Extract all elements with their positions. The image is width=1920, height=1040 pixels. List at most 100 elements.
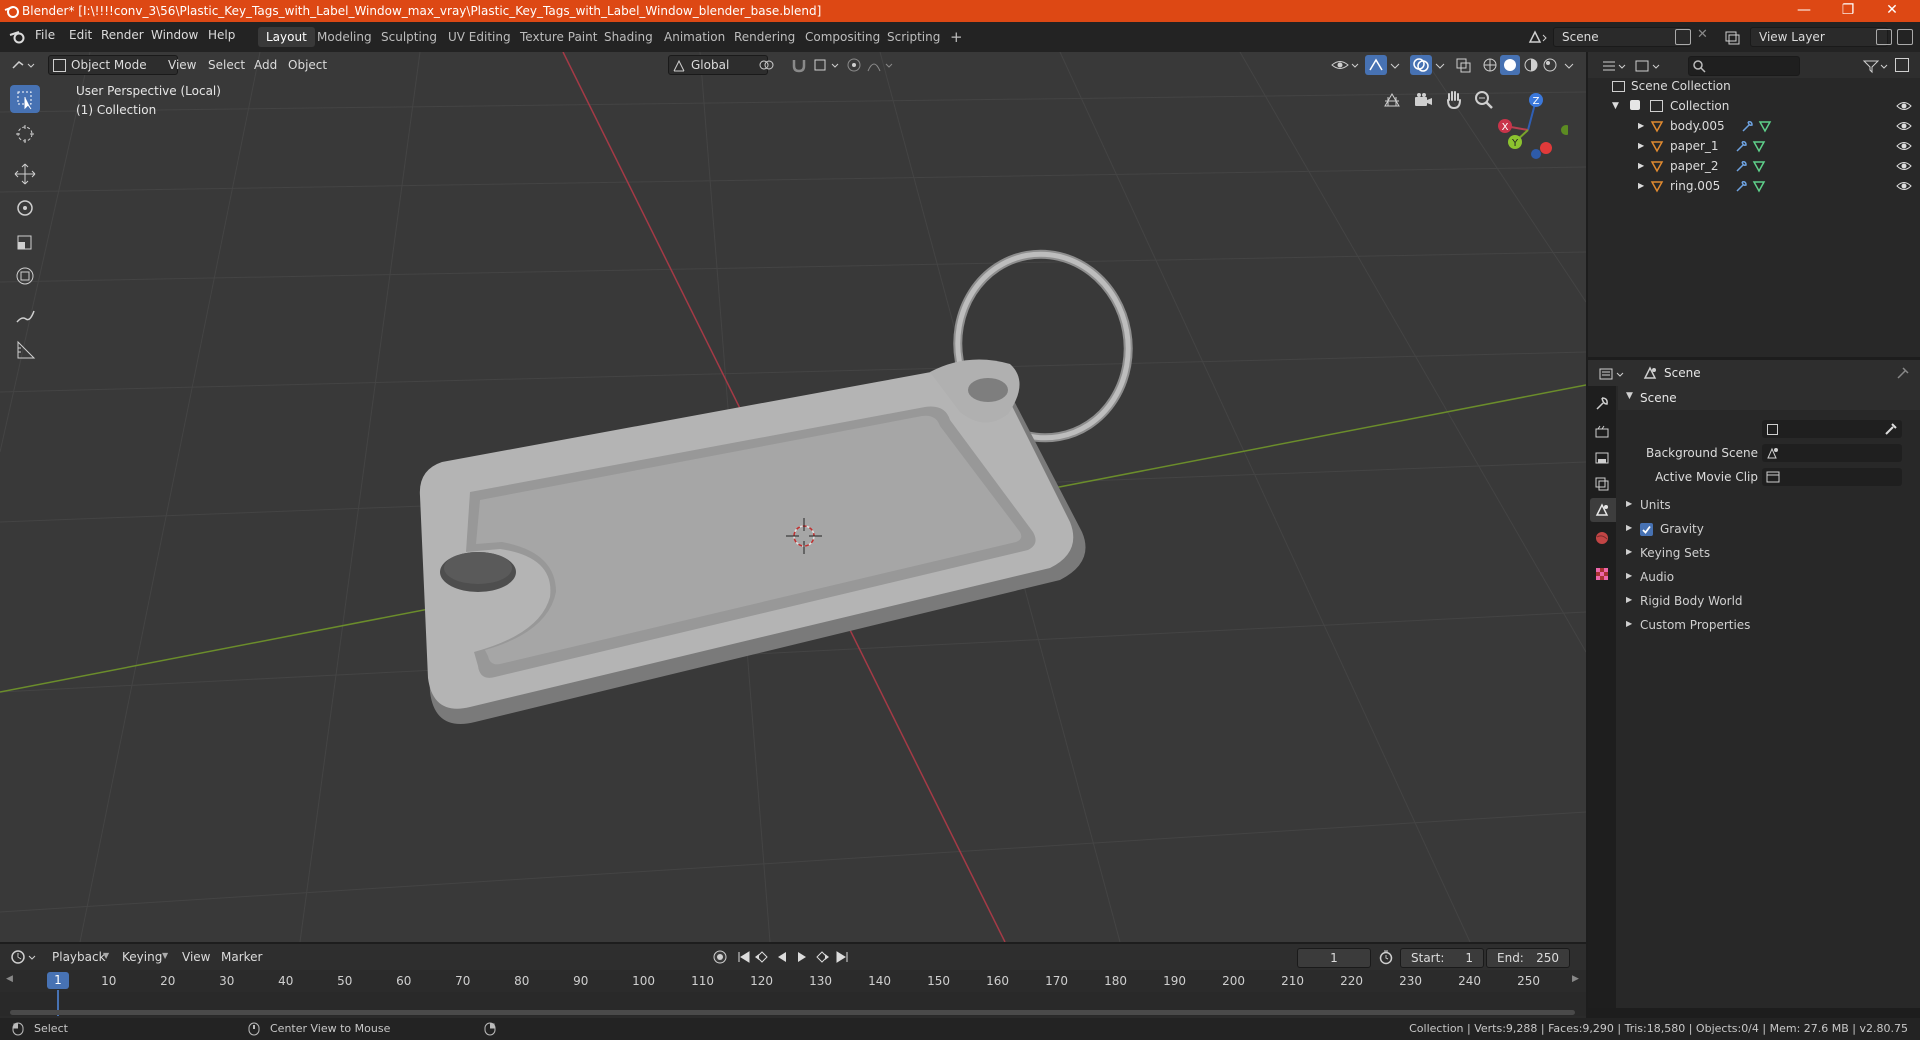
menu-window[interactable]: Window: [151, 28, 198, 42]
move-tool[interactable]: [10, 160, 40, 188]
new-scene-icon[interactable]: [1675, 29, 1691, 45]
rotate-tool[interactable]: [10, 194, 40, 222]
jump-to-keyframe-forward-icon[interactable]: [814, 949, 830, 965]
scene-tab[interactable]: [1590, 498, 1616, 522]
menu-select[interactable]: Select: [208, 55, 245, 75]
audio-section[interactable]: ▶ Audio: [1618, 566, 1920, 590]
mesh-data-icon[interactable]: [1752, 139, 1766, 153]
annotate-tool[interactable]: [10, 302, 40, 330]
rendered-shading-icon[interactable]: [1542, 57, 1560, 73]
menu-playback[interactable]: Playback: [52, 947, 106, 967]
menu-edit[interactable]: Edit: [69, 28, 92, 42]
scene-selector[interactable]: Scene: [1553, 27, 1691, 47]
output-tab-icon[interactable]: [1594, 450, 1610, 466]
jump-to-start-icon[interactable]: [736, 949, 752, 965]
modifier-wrench-icon[interactable]: [1734, 159, 1748, 173]
auto-keying-icon[interactable]: [712, 949, 728, 965]
tab-animation[interactable]: Animation: [656, 27, 733, 47]
world-tab-icon[interactable]: [1594, 530, 1610, 546]
frame-ruler[interactable]: ◀ ▶ 1 10 20 30 40 50 60 70 80 90 100 110 120 130 140 15…: [0, 970, 1586, 992]
proportional-falloff-icon[interactable]: [866, 57, 896, 73]
collection-checkbox[interactable]: [1630, 100, 1640, 110]
expand-arrow-icon[interactable]: ▶: [1638, 136, 1644, 156]
menu-object[interactable]: Object: [288, 55, 327, 75]
outliner-row-object[interactable]: ▶ body.005: [1588, 116, 1920, 136]
eye-icon[interactable]: [1896, 180, 1912, 192]
scene-type-icon[interactable]: [1527, 29, 1549, 45]
expand-arrow-icon[interactable]: ▼: [1612, 96, 1619, 116]
menu-marker[interactable]: Marker: [221, 947, 262, 967]
editor-type-icon[interactable]: [10, 57, 36, 73]
pan-view-icon[interactable]: [1444, 88, 1464, 110]
new-collection-icon[interactable]: [1895, 58, 1909, 72]
jump-to-keyframe-back-icon[interactable]: [754, 949, 770, 965]
timeline-scrollbar[interactable]: [10, 1010, 1575, 1015]
gravity-checkbox[interactable]: [1640, 523, 1653, 536]
camera-view-icon[interactable]: [1412, 90, 1434, 110]
transform-tool[interactable]: [10, 262, 40, 290]
gravity-section[interactable]: ▶ Gravity: [1618, 518, 1920, 542]
select-box-tool[interactable]: [10, 85, 40, 113]
gizmo-toggle-button[interactable]: [1365, 55, 1387, 75]
mode-selector[interactable]: Object Mode: [48, 55, 178, 75]
camera-field[interactable]: [1762, 420, 1902, 438]
restore-button[interactable]: ❐: [1826, 0, 1870, 22]
view-layer-tab-icon[interactable]: [1594, 476, 1610, 492]
eye-icon[interactable]: [1896, 100, 1912, 112]
menu-file[interactable]: File: [35, 28, 55, 42]
navigation-gizmo[interactable]: Z X Y: [1488, 86, 1568, 166]
end-frame-field[interactable]: End: 250: [1486, 948, 1570, 968]
filter-icon[interactable]: [1862, 58, 1888, 74]
units-section[interactable]: ▶ Units: [1618, 494, 1920, 518]
render-tab-icon[interactable]: [1594, 424, 1610, 440]
gizmo-dropdown-icon[interactable]: [1388, 57, 1402, 73]
tab-layout[interactable]: Layout: [258, 27, 315, 47]
outliner-row-object[interactable]: ▶ paper_1: [1588, 136, 1920, 156]
menu-render[interactable]: Render: [101, 28, 144, 42]
mesh-data-icon[interactable]: [1752, 179, 1766, 193]
outliner-row-collection[interactable]: ▼ Collection: [1588, 96, 1920, 116]
view-layer-icon[interactable]: [1724, 29, 1746, 45]
tab-uv-editing[interactable]: UV Editing: [440, 27, 519, 47]
tab-shading[interactable]: Shading: [596, 27, 661, 47]
background-scene-field[interactable]: [1762, 444, 1902, 462]
scale-tool[interactable]: [10, 228, 40, 256]
menu-add[interactable]: Add: [254, 55, 277, 75]
menu-keying[interactable]: Keying: [122, 947, 162, 967]
overlays-dropdown-icon[interactable]: [1433, 57, 1447, 73]
new-view-layer-icon[interactable]: [1876, 29, 1892, 45]
display-mode-icon[interactable]: [1634, 58, 1660, 74]
add-workspace-icon[interactable]: +: [942, 27, 971, 47]
shading-dropdown-icon[interactable]: [1562, 57, 1576, 73]
timeline-editor-icon[interactable]: [10, 949, 36, 965]
outliner-editor-icon[interactable]: [1600, 58, 1626, 74]
tool-tab-icon[interactable]: [1594, 396, 1610, 412]
proportional-editing-icon[interactable]: [846, 57, 862, 73]
tab-rendering[interactable]: Rendering: [726, 27, 803, 47]
measure-tool[interactable]: [10, 336, 40, 364]
menu-help[interactable]: Help: [208, 28, 235, 42]
tab-modeling[interactable]: Modeling: [309, 27, 380, 47]
preview-range-icon[interactable]: [1378, 949, 1394, 965]
remove-view-layer-icon[interactable]: [1897, 29, 1913, 45]
solid-shading-button[interactable]: [1500, 55, 1520, 75]
eye-icon[interactable]: [1896, 160, 1912, 172]
mesh-data-icon[interactable]: [1758, 119, 1772, 133]
tab-sculpting[interactable]: Sculpting: [373, 27, 445, 47]
modifier-wrench-icon[interactable]: [1734, 139, 1748, 153]
timeline-track-area[interactable]: [0, 990, 1586, 1016]
custom-properties-section[interactable]: ▶ Custom Properties: [1618, 614, 1920, 638]
remove-scene-icon[interactable]: ✕: [1697, 27, 1708, 42]
properties-editor-icon[interactable]: [1598, 366, 1624, 382]
tab-scripting[interactable]: Scripting: [879, 27, 948, 47]
start-frame-field[interactable]: Start: 1: [1400, 948, 1484, 968]
jump-to-end-icon[interactable]: [834, 949, 850, 965]
eye-icon[interactable]: [1896, 140, 1912, 152]
current-frame-field[interactable]: 1: [1297, 948, 1371, 968]
wireframe-shading-icon[interactable]: [1482, 57, 1500, 73]
material-shading-icon[interactable]: [1523, 57, 1541, 73]
play-reverse-icon[interactable]: [774, 949, 790, 965]
keying-sets-section[interactable]: ▶ Keying Sets: [1618, 542, 1920, 566]
eyedropper-icon[interactable]: [1884, 422, 1898, 436]
pivot-point-icon[interactable]: [756, 57, 782, 73]
